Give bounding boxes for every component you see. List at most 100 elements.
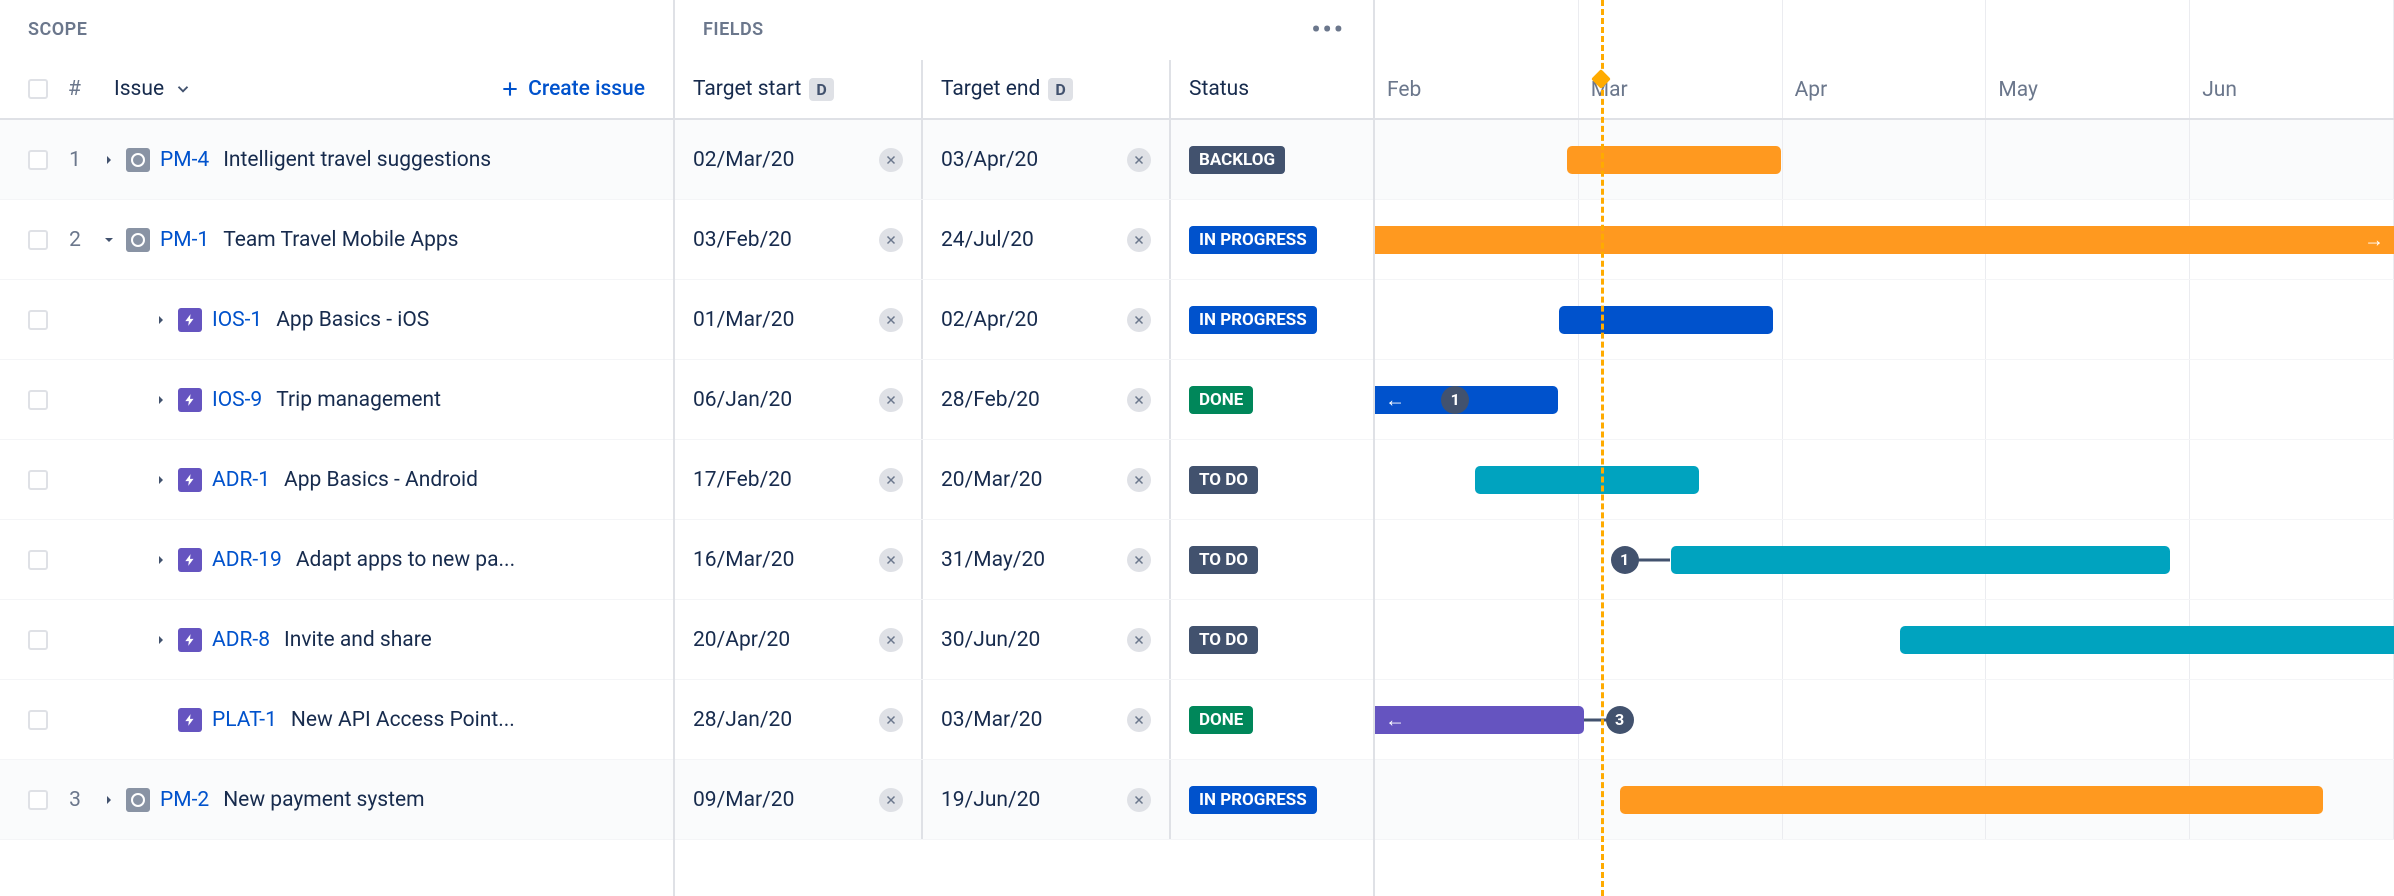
clear-end-icon[interactable] [1127,308,1151,332]
issue-row[interactable]: PLAT-1 New API Access Point... [0,680,673,760]
row-checkbox[interactable] [28,790,48,810]
issue-summary[interactable]: New payment system [223,788,424,812]
expand-toggle[interactable] [150,632,172,648]
timeline-bar[interactable] [1671,546,2170,574]
clear-end-icon[interactable] [1127,388,1151,412]
target-end-value[interactable]: 03/Apr/20 [941,148,1038,172]
clear-start-icon[interactable] [879,468,903,492]
expand-toggle[interactable] [150,472,172,488]
select-all-checkbox[interactable] [28,79,48,99]
issue-summary[interactable]: Invite and share [284,628,432,652]
create-issue-button[interactable]: Create issue [500,77,645,101]
issue-row[interactable]: 3PM-2New payment system [0,760,673,840]
target-start-value[interactable]: 09/Mar/20 [693,788,794,812]
row-checkbox[interactable] [28,710,48,730]
issue-key[interactable]: ADR-19 [212,548,282,572]
expand-toggle[interactable] [98,152,120,168]
clear-start-icon[interactable] [879,628,903,652]
issue-summary[interactable]: Team Travel Mobile Apps [223,228,458,252]
target-end-value[interactable]: 19/Jun/20 [941,788,1040,812]
issue-row[interactable]: ADR-19 Adapt apps to new pa... [0,520,673,600]
row-checkbox[interactable] [28,390,48,410]
clear-start-icon[interactable] [879,388,903,412]
status-badge[interactable]: TO DO [1189,546,1258,574]
timeline-bar[interactable]: → [1375,226,2394,254]
status-badge[interactable]: TO DO [1189,626,1258,654]
issue-key[interactable]: PM-4 [160,148,209,172]
timeline-bar[interactable] [1900,626,2394,654]
timeline-bar[interactable] [1620,786,2323,814]
status-badge[interactable]: DONE [1189,706,1253,734]
target-end-value[interactable]: 31/May/20 [941,548,1045,572]
row-checkbox[interactable] [28,230,48,250]
clear-start-icon[interactable] [879,148,903,172]
chevron-down-icon[interactable] [174,80,192,98]
row-checkbox[interactable] [28,630,48,650]
target-end-header[interactable]: Target end [941,77,1040,101]
row-checkbox[interactable] [28,550,48,570]
target-end-value[interactable]: 20/Mar/20 [941,468,1042,492]
issue-row[interactable]: ADR-8 Invite and share [0,600,673,680]
timeline-bar[interactable] [1559,306,1773,334]
issue-summary[interactable]: App Basics - Android [284,468,478,492]
expand-toggle[interactable] [98,792,120,808]
target-end-value[interactable]: 03/Mar/20 [941,708,1042,732]
issue-summary[interactable]: New API Access Point... [291,708,515,732]
target-start-value[interactable]: 16/Mar/20 [693,548,794,572]
clear-end-icon[interactable] [1127,228,1151,252]
expand-toggle[interactable] [150,552,172,568]
status-badge[interactable]: TO DO [1189,466,1258,494]
issue-key[interactable]: IOS-1 [212,308,262,332]
clear-start-icon[interactable] [879,708,903,732]
more-icon[interactable]: ••• [1311,15,1345,45]
status-badge[interactable]: IN PROGRESS [1189,306,1317,334]
issue-key[interactable]: PLAT-1 [212,708,277,732]
issue-summary[interactable]: Intelligent travel suggestions [223,148,491,172]
issue-key[interactable]: PM-2 [160,788,209,812]
timeline-bar[interactable]: ← [1375,706,1584,734]
target-end-value[interactable]: 30/Jun/20 [941,628,1040,652]
clear-end-icon[interactable] [1127,788,1151,812]
issue-row[interactable]: IOS-1 App Basics - iOS [0,280,673,360]
clear-start-icon[interactable] [879,788,903,812]
target-start-value[interactable]: 28/Jan/20 [693,708,792,732]
row-checkbox[interactable] [28,470,48,490]
issue-key[interactable]: PM-1 [160,228,209,252]
issue-row[interactable]: IOS-9Trip management [0,360,673,440]
issue-column-header[interactable]: Issue [114,77,164,101]
dependency-badge[interactable]: 1 [1441,386,1469,414]
expand-toggle[interactable] [150,392,172,408]
status-badge[interactable]: IN PROGRESS [1189,786,1317,814]
timeline-bar[interactable] [1475,466,1699,494]
issue-key[interactable]: ADR-1 [212,468,270,492]
target-start-value[interactable]: 01/Mar/20 [693,308,794,332]
target-end-value[interactable]: 24/Jul/20 [941,228,1034,252]
issue-summary[interactable]: Adapt apps to new pa... [296,548,515,572]
target-start-value[interactable]: 03/Feb/20 [693,228,792,252]
clear-start-icon[interactable] [879,548,903,572]
status-badge[interactable]: IN PROGRESS [1189,226,1317,254]
row-checkbox[interactable] [28,310,48,330]
status-badge[interactable]: BACKLOG [1189,146,1285,174]
clear-end-icon[interactable] [1127,708,1151,732]
issue-key[interactable]: ADR-8 [212,628,270,652]
expand-toggle[interactable] [98,232,120,248]
dependency-badge[interactable]: 3 [1606,706,1634,734]
issue-row[interactable]: 2PM-1Team Travel Mobile Apps [0,200,673,280]
dependency-badge[interactable]: 1 [1611,546,1639,574]
issue-summary[interactable]: App Basics - iOS [276,308,429,332]
clear-start-icon[interactable] [879,308,903,332]
clear-end-icon[interactable] [1127,548,1151,572]
target-start-value[interactable]: 17/Feb/20 [693,468,792,492]
target-start-value[interactable]: 02/Mar/20 [693,148,794,172]
target-start-value[interactable]: 06/Jan/20 [693,388,792,412]
target-end-value[interactable]: 28/Feb/20 [941,388,1040,412]
issue-row[interactable]: 1PM-4Intelligent travel suggestions [0,120,673,200]
issue-summary[interactable]: Trip management [276,388,441,412]
timeline-bar[interactable] [1567,146,1781,174]
row-checkbox[interactable] [28,150,48,170]
target-start-header[interactable]: Target start [693,77,801,101]
status-badge[interactable]: DONE [1189,386,1253,414]
target-end-value[interactable]: 02/Apr/20 [941,308,1038,332]
clear-end-icon[interactable] [1127,468,1151,492]
